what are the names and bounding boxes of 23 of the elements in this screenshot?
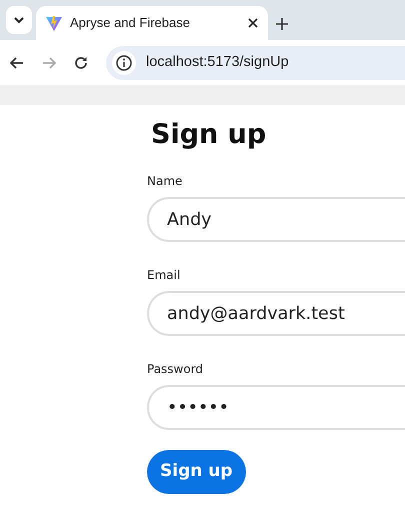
logo-icon <box>46 16 62 30</box>
tab-search-button[interactable] <box>6 6 32 34</box>
page-heading: Sign up <box>151 118 268 152</box>
input-field[interactable]: andy@aardvark.test <box>147 291 405 336</box>
input-field[interactable]: Andy <box>147 197 405 242</box>
info-icon[interactable] <box>116 54 132 70</box>
back-arrow-icon <box>10 56 24 68</box>
field-label: Email <box>147 267 180 284</box>
field-label: Password <box>147 361 204 378</box>
address-bar[interactable]: localhost:5173/signUp <box>106 46 405 80</box>
sign-up-button[interactable]: Sign up <box>147 450 246 494</box>
plus-icon <box>276 18 288 30</box>
reload-icon <box>74 56 88 70</box>
close-icon[interactable] <box>248 18 258 28</box>
forward-arrow-icon <box>42 56 56 68</box>
reload-button[interactable] <box>74 56 88 70</box>
tab-title: Apryse and Firebase <box>70 14 191 32</box>
field-label: Name <box>147 173 182 190</box>
browser-tab[interactable]: Apryse and Firebase <box>36 6 268 40</box>
chevron-down-icon <box>14 16 24 24</box>
url-text: localhost:5173/signUp <box>146 52 289 72</box>
back-button[interactable] <box>10 56 24 68</box>
input-field[interactable]: •••••• <box>147 385 405 430</box>
